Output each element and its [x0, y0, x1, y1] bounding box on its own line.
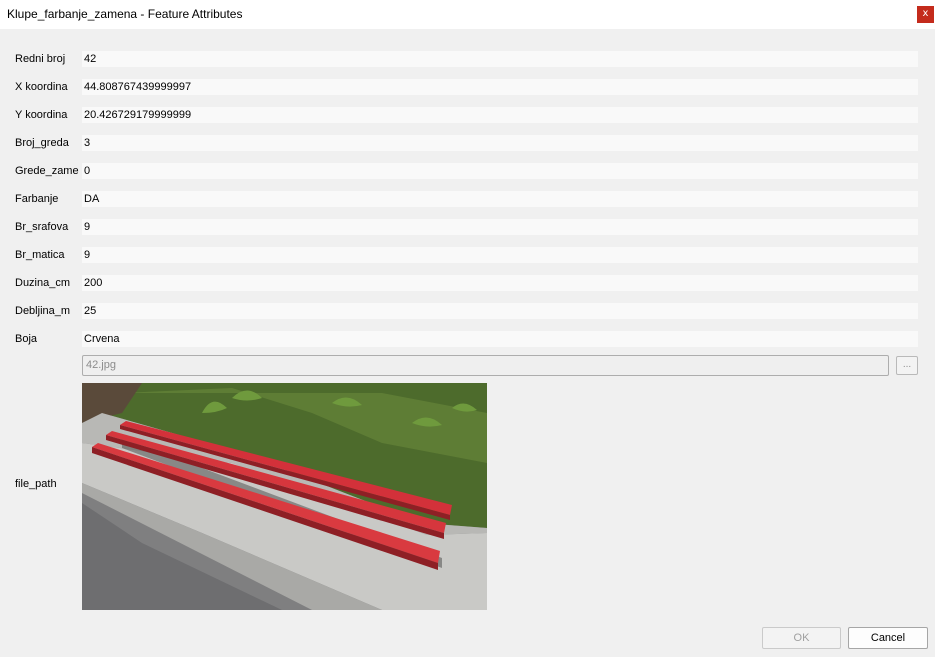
cancel-button[interactable]: Cancel [848, 627, 928, 649]
window-title: Klupe_farbanje_zamena - Feature Attribut… [7, 7, 243, 21]
close-icon[interactable]: x [917, 6, 934, 23]
field-label-y-koordina: Y koordina [15, 109, 68, 121]
photo-preview [82, 383, 487, 610]
field-label-duzina-cm: Duzina_cm [15, 277, 71, 289]
field-value-broj-greda[interactable]: 3 [82, 135, 918, 151]
field-value-redni-broj[interactable]: 42 [82, 51, 918, 67]
field-label-debljina-m: Debljina_m [15, 305, 71, 317]
field-value-duzina-cm[interactable]: 200 [82, 275, 918, 291]
file-path-input[interactable]: 42.jpg [82, 355, 889, 376]
browse-button[interactable]: ... [896, 356, 918, 375]
field-value-br-matica[interactable]: 9 [82, 247, 918, 263]
bench-photo-image [82, 383, 487, 610]
field-value-x-koordina[interactable]: 44.808767439999997 [82, 79, 918, 95]
field-value-farbanje[interactable]: DA [82, 191, 918, 207]
field-value-debljina-m[interactable]: 25 [82, 303, 918, 319]
field-value-y-koordina[interactable]: 20.426729179999999 [82, 107, 918, 123]
field-label-br-matica: Br_matica [15, 249, 65, 261]
field-value-br-srafova[interactable]: 9 [82, 219, 918, 235]
title-bar[interactable]: Klupe_farbanje_zamena - Feature Attribut… [0, 0, 935, 29]
field-label-boja: Boja [15, 333, 38, 345]
field-label-x-koordina: X koordina [15, 81, 68, 93]
ok-button[interactable]: OK [762, 627, 841, 649]
field-label-grede-zame: Grede_zame [15, 165, 79, 177]
file-path-label: file_path [15, 478, 57, 490]
field-value-grede-zame[interactable]: 0 [82, 163, 918, 179]
field-label-br-srafova: Br_srafova [15, 221, 69, 233]
field-value-boja[interactable]: Crvena [82, 331, 918, 347]
field-label-broj-greda: Broj_greda [15, 137, 69, 149]
field-label-farbanje: Farbanje [15, 193, 59, 205]
feature-attributes-dialog: Klupe_farbanje_zamena - Feature Attribut… [0, 0, 935, 657]
field-label-redni-broj: Redni broj [15, 53, 66, 65]
